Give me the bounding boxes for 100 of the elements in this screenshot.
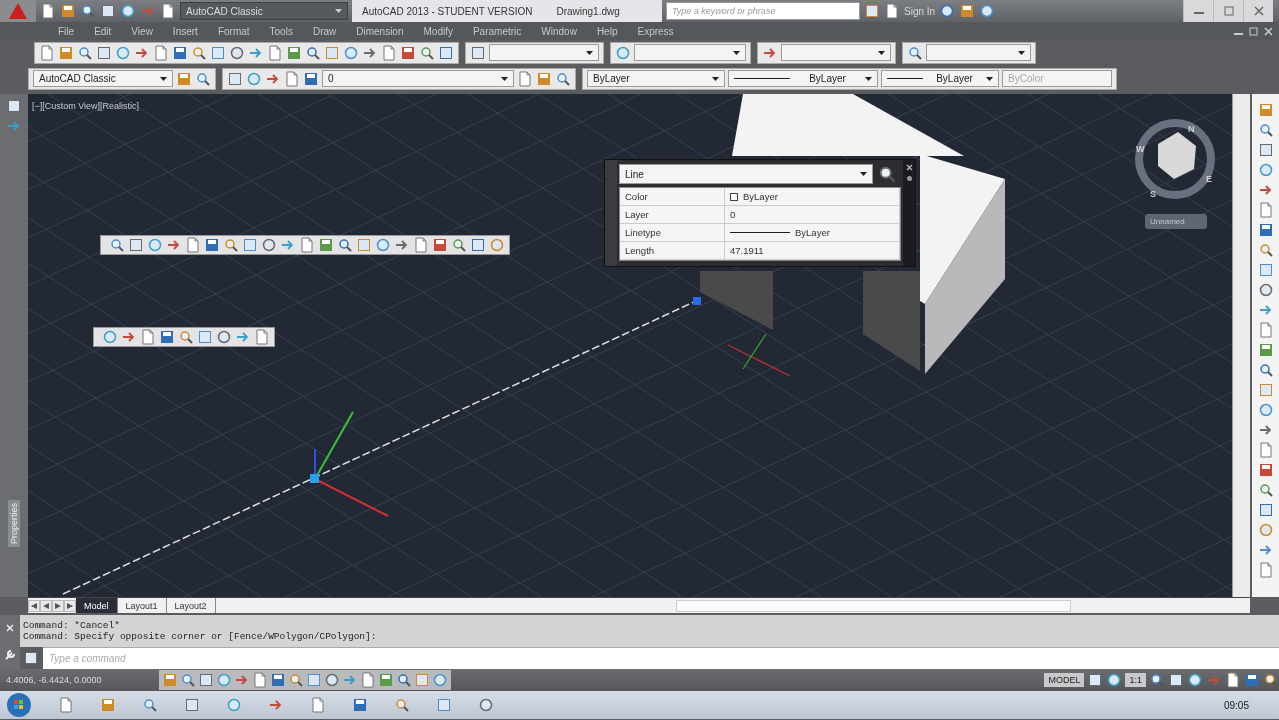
scroll-bar[interactable]: [675, 599, 1071, 612]
grip-handle[interactable]: [310, 474, 319, 483]
square-icon[interactable]: [100, 3, 116, 19]
tab-nav-button[interactable]: [52, 599, 64, 612]
page-icon[interactable]: [1257, 202, 1274, 218]
page-icon[interactable]: [299, 237, 315, 253]
circle-icon[interactable]: [1257, 282, 1274, 298]
workspace-dropdown[interactable]: AutoCAD Classic: [180, 2, 348, 20]
tab-nav-button[interactable]: [28, 599, 40, 612]
linetype-dropdown[interactable]: ByLayer: [728, 70, 878, 87]
page-icon[interactable]: [381, 44, 397, 61]
restore-icon[interactable]: [1249, 26, 1258, 36]
square-icon[interactable]: [1257, 262, 1274, 278]
square-icon[interactable]: [242, 237, 258, 253]
tab-nav-button[interactable]: [64, 599, 76, 612]
page-icon[interactable]: [153, 44, 169, 61]
circle-icon[interactable]: [1106, 672, 1123, 688]
menu-item[interactable]: View: [121, 25, 163, 37]
menu-item[interactable]: Edit: [84, 25, 122, 37]
grip-handle[interactable]: [693, 297, 701, 305]
compass-letter[interactable]: W: [1136, 144, 1145, 154]
circle-icon[interactable]: [979, 3, 996, 19]
square-icon[interactable]: [198, 672, 214, 688]
circle-icon[interactable]: [1257, 162, 1274, 178]
property-value[interactable]: ByLayer: [725, 224, 900, 242]
circle-icon[interactable]: [226, 697, 242, 713]
circle-icon[interactable]: [102, 329, 118, 345]
viewport-label[interactable]: [−][Custom View][Realistic]: [32, 101, 140, 111]
magnifier-icon[interactable]: [396, 672, 412, 688]
annotation-scale[interactable]: 1:1: [1125, 673, 1146, 687]
circle-icon[interactable]: [229, 44, 245, 61]
menu-item[interactable]: Modify: [413, 25, 463, 37]
square-icon[interactable]: [470, 237, 486, 253]
property-value[interactable]: 0: [725, 206, 900, 224]
workspace-dropdown[interactable]: AutoCAD Classic: [33, 70, 173, 87]
menu-item[interactable]: Parametric: [462, 25, 532, 37]
magnifier-icon[interactable]: [80, 3, 96, 19]
square-icon[interactable]: [1257, 382, 1274, 398]
magnifier-icon[interactable]: [288, 672, 304, 688]
square-icon[interactable]: [324, 44, 340, 61]
search-field[interactable]: Type a keyword or phrase: [666, 2, 860, 20]
square-icon[interactable]: [96, 44, 112, 61]
circle-icon[interactable]: [147, 237, 163, 253]
menu-item[interactable]: Draw: [302, 25, 347, 37]
square-icon[interactable]: [128, 237, 144, 253]
close-icon[interactable]: [1264, 26, 1273, 36]
style-dropdown[interactable]: [489, 44, 599, 61]
palette-label[interactable]: Properties: [8, 499, 20, 547]
page-icon[interactable]: [39, 44, 55, 61]
menu-item[interactable]: File: [48, 25, 85, 37]
square-icon[interactable]: [197, 329, 213, 345]
page-icon[interactable]: [1257, 562, 1274, 578]
circle-icon[interactable]: [615, 44, 631, 61]
square-icon[interactable]: [438, 44, 454, 61]
menu-item[interactable]: Dimension: [346, 25, 414, 37]
square-icon[interactable]: [227, 70, 243, 87]
square-icon[interactable]: [864, 3, 880, 19]
circle-icon[interactable]: [261, 237, 277, 253]
circle-icon[interactable]: [478, 697, 494, 713]
circle-icon[interactable]: [1257, 522, 1274, 538]
page-icon[interactable]: [413, 237, 429, 253]
viewcube-drawing[interactable]: [1135, 119, 1215, 199]
circle-icon[interactable]: [375, 237, 391, 253]
circle-icon[interactable]: [1257, 402, 1274, 418]
circle-icon[interactable]: [432, 672, 448, 688]
wrench-icon[interactable]: [4, 648, 16, 661]
square-icon[interactable]: [356, 237, 372, 253]
menu-item[interactable]: Insert: [162, 25, 208, 37]
coordinate-system-dropdown[interactable]: Unnamed: [1145, 214, 1207, 229]
command-field[interactable]: Type a command: [43, 647, 1279, 669]
menu-item[interactable]: Window: [531, 25, 587, 37]
magnifier-icon[interactable]: [877, 164, 897, 184]
page-icon[interactable]: [254, 329, 270, 345]
magnifier-icon[interactable]: [1263, 672, 1279, 688]
color-dropdown[interactable]: ByLayer: [587, 70, 725, 87]
scroll-bar[interactable]: [1232, 94, 1250, 597]
page-icon[interactable]: [884, 3, 900, 19]
circle-icon[interactable]: [120, 3, 136, 19]
page-icon[interactable]: [58, 697, 74, 713]
space-toggle[interactable]: MODEL: [1044, 673, 1085, 687]
object-type-dropdown[interactable]: Line: [619, 164, 873, 184]
page-icon[interactable]: [1257, 322, 1274, 338]
square-icon[interactable]: [306, 672, 322, 688]
lineweight-dropdown[interactable]: ByLayer: [881, 70, 999, 87]
grip-handle[interactable]: [605, 160, 617, 266]
menu-item[interactable]: Help: [586, 25, 628, 37]
menu-item[interactable]: Express: [627, 25, 684, 37]
compass-letter[interactable]: E: [1206, 174, 1212, 184]
square-icon[interactable]: [1257, 142, 1274, 158]
sign-in-link[interactable]: Sign In: [904, 5, 936, 17]
compass-letter[interactable]: S: [1150, 189, 1156, 199]
start-button[interactable]: [6, 692, 32, 718]
page-icon[interactable]: [1257, 442, 1274, 458]
square-icon[interactable]: [436, 697, 452, 713]
page-icon[interactable]: [252, 672, 268, 688]
floating-toolbar[interactable]: [93, 327, 275, 347]
page-icon[interactable]: [40, 3, 56, 19]
property-value[interactable]: 47.1911: [725, 242, 900, 260]
circle-icon[interactable]: [489, 237, 505, 253]
circle-icon[interactable]: [1187, 672, 1203, 688]
